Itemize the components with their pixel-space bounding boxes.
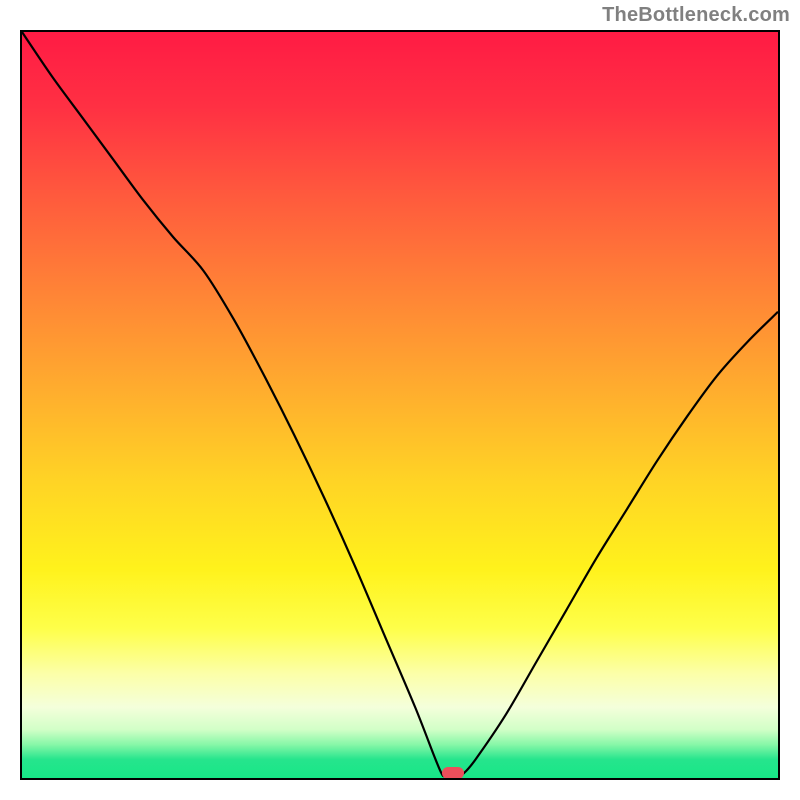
plot-area <box>20 30 780 780</box>
chart-container: TheBottleneck.com <box>0 0 800 800</box>
gradient-background <box>22 32 778 778</box>
chart-svg <box>22 32 778 778</box>
minimum-marker <box>442 767 464 779</box>
watermark-text: TheBottleneck.com <box>602 4 790 27</box>
